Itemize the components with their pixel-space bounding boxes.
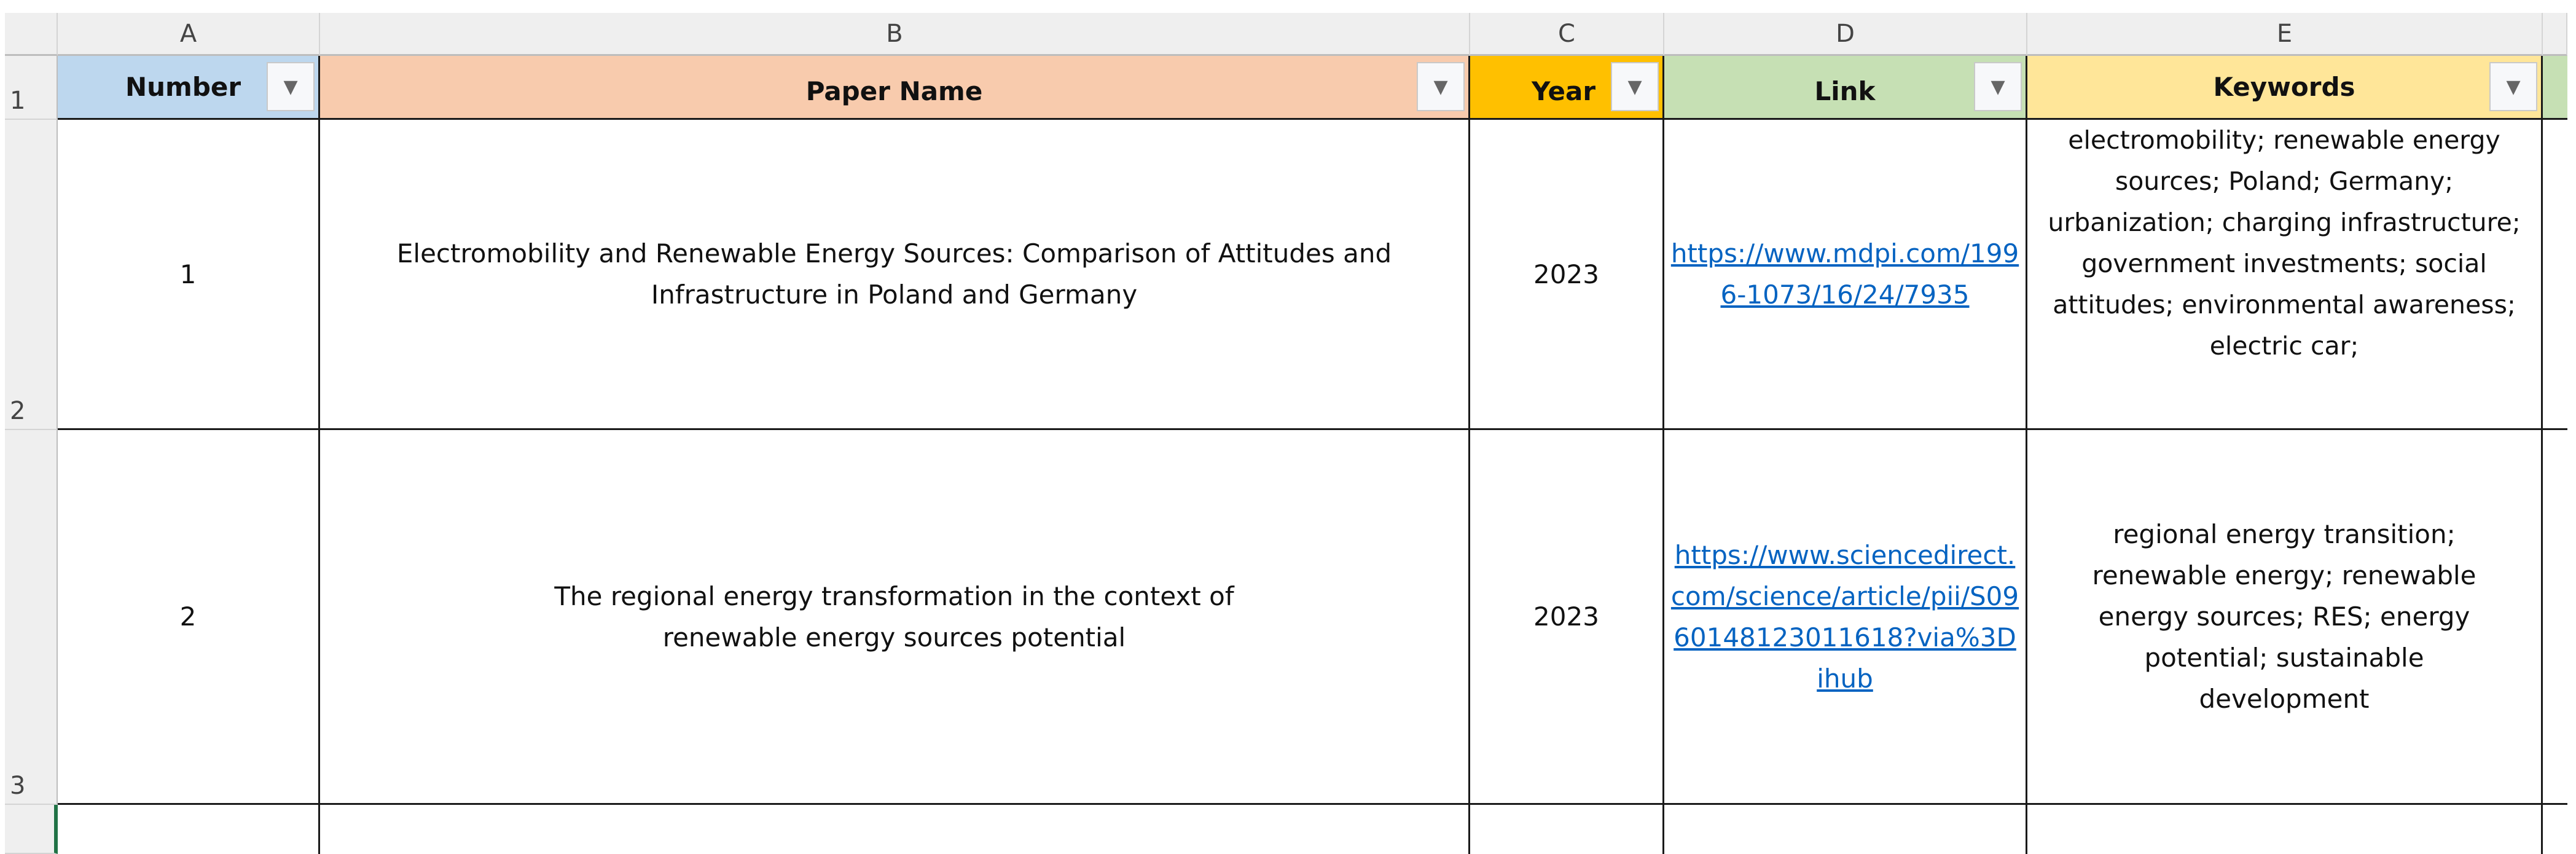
- cell-paper-name[interactable]: The regional energy transformation in th…: [320, 430, 1470, 805]
- filter-arrow-icon: ▼: [1991, 76, 2005, 98]
- header-year-label: Year: [1532, 76, 1596, 106]
- filter-arrow-icon: ▼: [1627, 76, 1642, 98]
- select-all-corner[interactable]: [5, 13, 58, 56]
- cell-year[interactable]: 2023: [1470, 120, 1664, 430]
- column-header-c[interactable]: C: [1470, 13, 1664, 56]
- cell-paper-name[interactable]: Electromobility and Renewable Energy Sou…: [320, 120, 1470, 430]
- filter-dropdown-paper-name[interactable]: ▼: [1417, 62, 1465, 111]
- filter-arrow-icon: ▼: [1433, 76, 1448, 98]
- header-cell-number[interactable]: Number ▼: [58, 56, 320, 120]
- column-header-e[interactable]: E: [2027, 13, 2543, 56]
- column-header-a[interactable]: A: [58, 13, 320, 56]
- paper-link[interactable]: https://www.sciencedirect.com/science/ar…: [1670, 535, 2019, 699]
- header-cell-link[interactable]: Link ▼: [1664, 56, 2027, 120]
- header-cell-paper-name[interactable]: Paper Name ▼: [320, 56, 1470, 120]
- header-paper-name-label: Paper Name: [805, 76, 983, 106]
- row-header-2[interactable]: 2: [5, 120, 58, 430]
- cell-link[interactable]: https://www.sciencedirect.com/science/ar…: [1664, 430, 2027, 805]
- cell-empty[interactable]: [58, 805, 320, 854]
- filter-dropdown-number[interactable]: ▼: [267, 62, 315, 111]
- cell-empty[interactable]: [320, 805, 1470, 854]
- cell-link[interactable]: https://www.mdpi.com/1996-1073/16/24/793…: [1664, 120, 2027, 430]
- filter-dropdown-link[interactable]: ▼: [1974, 62, 2022, 111]
- header-link-label: Link: [1814, 76, 1876, 106]
- cell-empty[interactable]: [1664, 805, 2027, 854]
- cell-number[interactable]: 2: [58, 430, 320, 805]
- filter-dropdown-year[interactable]: ▼: [1611, 62, 1659, 111]
- header-keywords-label: Keywords: [2213, 72, 2355, 102]
- column-header-f[interactable]: [2543, 13, 2567, 56]
- column-header-d[interactable]: D: [1664, 13, 2027, 56]
- header-cell-f[interactable]: [2543, 56, 2567, 120]
- row-header-1[interactable]: 1: [5, 56, 58, 120]
- header-cell-keywords[interactable]: Keywords ▼: [2027, 56, 2543, 120]
- filter-arrow-icon: ▼: [2506, 76, 2521, 98]
- cell-f[interactable]: [2543, 430, 2567, 805]
- cell-number[interactable]: 1: [58, 120, 320, 430]
- cell-empty[interactable]: [1470, 805, 1664, 854]
- cell-year[interactable]: 2023: [1470, 430, 1664, 805]
- header-number-label: Number: [125, 72, 241, 102]
- filter-arrow-icon: ▼: [283, 76, 298, 98]
- row-header-4[interactable]: [5, 805, 58, 854]
- cell-keywords[interactable]: regional energy transition; renewable en…: [2027, 430, 2543, 805]
- cell-keywords[interactable]: electromobility; renewable energy source…: [2027, 120, 2543, 430]
- filter-dropdown-keywords[interactable]: ▼: [2489, 62, 2537, 111]
- row-header-3[interactable]: 3: [5, 430, 58, 805]
- column-header-b[interactable]: B: [320, 13, 1470, 56]
- cell-f[interactable]: [2543, 120, 2567, 430]
- header-cell-year[interactable]: Year ▼: [1470, 56, 1664, 120]
- paper-link[interactable]: https://www.mdpi.com/1996-1073/16/24/793…: [1670, 233, 2019, 315]
- cell-empty[interactable]: [2027, 805, 2543, 854]
